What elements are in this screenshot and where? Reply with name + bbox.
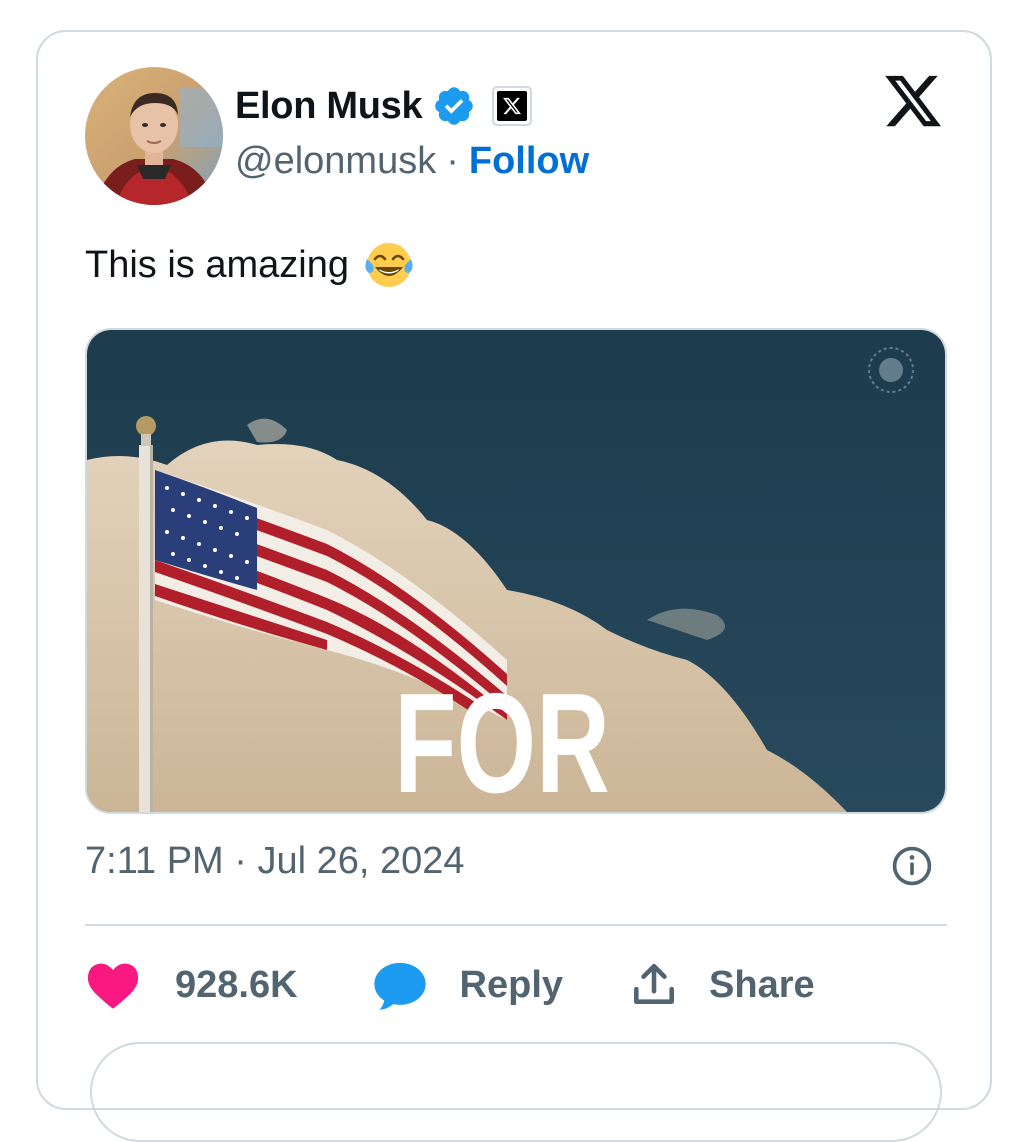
tweet-media-video[interactable]: FOR <box>85 328 947 814</box>
info-icon[interactable] <box>890 844 934 888</box>
tweet-card: Elon Musk @elonmusk · Follow This is ama… <box>36 30 992 1142</box>
heart-icon <box>87 963 139 1009</box>
handle-row: @elonmusk · Follow <box>235 140 589 183</box>
author-handle[interactable]: @elonmusk <box>235 140 436 183</box>
author-name[interactable]: Elon Musk <box>235 85 423 128</box>
share-button[interactable]: Share <box>629 959 815 1011</box>
share-icon <box>634 963 675 1004</box>
avatar[interactable] <box>85 67 223 205</box>
x-affiliate-badge-icon <box>492 86 533 126</box>
tweet-timestamp[interactable]: 7:11 PM · Jul 26, 2024 <box>85 840 465 883</box>
action-bar: 928.6K Reply Share <box>85 950 815 1020</box>
like-count: 928.6K <box>175 963 298 1006</box>
reply-bubble-icon <box>373 962 426 1010</box>
x-logo-icon[interactable] <box>880 70 946 132</box>
like-button[interactable]: 928.6K <box>85 960 298 1010</box>
read-replies-button[interactable] <box>90 1042 942 1142</box>
reply-label: Reply <box>459 963 564 1006</box>
face-with-tears-of-joy-icon <box>365 243 413 287</box>
media-overlay-text: FOR <box>394 665 610 812</box>
follow-button[interactable]: Follow <box>469 140 589 183</box>
tweet-text: This is amazing <box>85 243 349 286</box>
author-name-row: Elon Musk <box>235 80 533 132</box>
separator-dot: · <box>446 140 459 182</box>
reply-button[interactable]: Reply <box>372 959 563 1011</box>
verified-badge-icon <box>432 84 476 128</box>
divider <box>85 924 947 926</box>
share-label: Share <box>709 963 815 1006</box>
tweet-text-row: This is amazing <box>85 239 415 291</box>
